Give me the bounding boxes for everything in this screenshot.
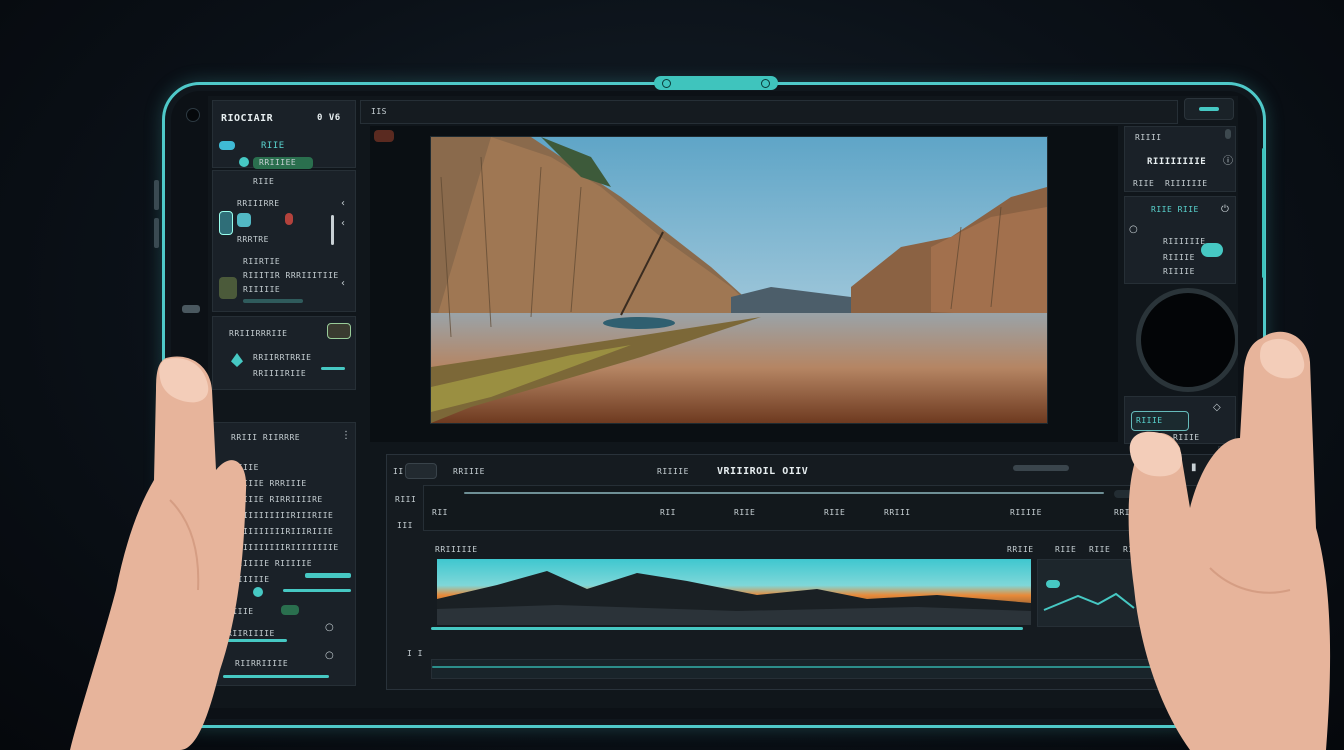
circle-icon[interactable]: ○ — [325, 651, 334, 661]
viewer-toolbar: IIS — [360, 100, 1178, 124]
viewer-toolbar-label: IIS — [371, 107, 387, 116]
timeline-header-label-2: RIIIIE — [657, 467, 689, 476]
layer-level-bar — [305, 573, 351, 578]
timeline-header-left: II — [393, 467, 404, 476]
chevron-icon[interactable]: ‹ — [341, 219, 345, 229]
side-rail — [1262, 148, 1265, 278]
chevron-icon[interactable]: ‹ — [341, 279, 345, 289]
right-line-3: RIIIIE — [1163, 267, 1195, 276]
right-hand — [1128, 331, 1331, 750]
right-controls-panel: RIIE RIIE ⏻ ○ RIIIIIIE RIIIIE RIIIIE — [1124, 196, 1236, 284]
panel-toggle[interactable] — [1225, 129, 1231, 139]
more-icon[interactable]: ⋮ — [341, 431, 351, 441]
prop-row-d: RIIRTIE — [243, 257, 281, 266]
timeline-panel: II RRIIIE RIIIIE VRIIIROIL OIIV ▮ RII RI… — [386, 454, 1214, 690]
left-tag-1: RIIE — [261, 141, 285, 151]
right-header-1: RIIII — [1135, 133, 1162, 142]
right-line-2: RIIIIE — [1163, 253, 1195, 262]
timeline-mode-button[interactable] — [405, 463, 437, 479]
ruler-track: RII RII RIIE RIIE RRIII RIIIIE RRIIIIE — [423, 485, 1205, 531]
track-right-label: RIIE — [1089, 545, 1111, 554]
flag-icon[interactable] — [285, 213, 293, 225]
ruler-mark: RIIIIE — [1010, 508, 1042, 517]
volume-button — [154, 180, 159, 210]
clip-thumb-icon[interactable] — [219, 277, 237, 299]
chevron-icon[interactable]: ‹ — [341, 199, 345, 209]
cloud-icon[interactable] — [219, 141, 235, 150]
layer-level-bar — [283, 589, 351, 592]
app-title: RIOCIAIR — [221, 113, 274, 124]
layer-badge[interactable] — [281, 605, 299, 615]
audio-track-line[interactable] — [431, 627, 1023, 630]
volume-button — [154, 218, 159, 248]
camera-icon — [186, 108, 200, 122]
track-label: RIII — [395, 495, 417, 504]
effects-item-1: RRIIRRTRRIE — [253, 353, 312, 362]
ruler-mark: RIIE — [824, 508, 846, 517]
prop-row-a: RIIE — [253, 177, 275, 186]
right-header-panel: RIIII RIIIIIIIIE ⓘ RIIE RIIIIIIE — [1124, 126, 1236, 192]
ruler-mark: RRIII — [884, 508, 911, 517]
video-track-label: RRIIIIIE — [435, 545, 478, 554]
effects-title: RRIIIRRRIIE — [229, 329, 288, 338]
preview-image — [430, 136, 1048, 424]
side-indicator — [182, 305, 200, 313]
fx-icon[interactable] — [327, 323, 351, 339]
circle-icon[interactable]: ○ — [1129, 225, 1138, 235]
track-label: III — [397, 521, 413, 530]
track-right-label: RRIIE — [1007, 545, 1034, 554]
right-sub-1: RIIE — [1133, 179, 1155, 188]
clip-thumbnail — [437, 559, 1031, 625]
notch-led-icon — [761, 79, 770, 88]
ruler-mark: RII — [432, 508, 448, 517]
list-item-1: RIIITIR RRRIIITIIE — [243, 271, 339, 280]
info-icon[interactable]: ⓘ — [1223, 157, 1233, 167]
clip-thumb-icon[interactable] — [237, 213, 251, 227]
video-clip[interactable] — [437, 559, 1031, 625]
track-right-label: RIIE — [1055, 545, 1077, 554]
zoom-slider[interactable] — [1013, 465, 1069, 471]
landscape-image — [431, 137, 1047, 423]
tag-button[interactable]: RRIIIEE — [253, 157, 313, 169]
prop-row-c: RRRTRE — [237, 235, 269, 244]
right-sub-2: RIIIIIIE — [1165, 179, 1208, 188]
list-item-2: RIIIIIE — [243, 285, 281, 294]
audio-clip[interactable] — [431, 659, 1207, 679]
right-panel-title: RIIIIIIIIE — [1147, 157, 1207, 167]
timeline-header-label-1: RRIIIE — [453, 467, 485, 476]
record-icon[interactable] — [374, 130, 394, 142]
prop-row-b: RRIIIRRE — [237, 199, 280, 208]
right-line-1: RIIIIIIE — [1163, 237, 1206, 246]
leaf-toggle-icon[interactable] — [1201, 243, 1223, 257]
properties-panel: RIIE RRIIIRRE RRRTRE ‹ ‹ RIIRTIE RIIITIR… — [212, 170, 356, 312]
toggle-icon[interactable] — [239, 157, 249, 167]
top-notch — [654, 76, 778, 90]
audio-waveform — [432, 666, 1206, 668]
effects-item-2: RRIIIIRIIE — [253, 369, 307, 378]
editor-screen: RIOCIAIR 0 V6 RIIE RRIIIEE RIIE RRIIIRRE… — [208, 96, 1238, 708]
track-label: I I — [407, 649, 423, 658]
clip-thumb-icon[interactable] — [219, 211, 233, 235]
minimize-icon — [1199, 107, 1219, 111]
right-group-title: RIIE RIIE — [1151, 205, 1199, 214]
ruler-mark: RIIE — [734, 508, 756, 517]
circle-icon[interactable]: ○ — [325, 623, 334, 633]
notch-led-icon — [662, 79, 671, 88]
progress-bar — [243, 299, 303, 303]
effects-level-bar — [321, 367, 345, 370]
ruler-line — [464, 492, 1104, 494]
right-top-button[interactable] — [1184, 98, 1234, 120]
left-header-panel: RIOCIAIR 0 V6 RIIE RRIIIEE — [212, 100, 356, 169]
power-icon[interactable]: ⏻ — [1221, 205, 1229, 215]
version-label: 0 V6 — [317, 113, 341, 123]
slider-bar[interactable] — [331, 215, 334, 245]
timeline-title: VRIIIROIL OIIV — [717, 466, 809, 477]
ruler-mark: RII — [660, 508, 676, 517]
left-hand — [70, 356, 247, 750]
